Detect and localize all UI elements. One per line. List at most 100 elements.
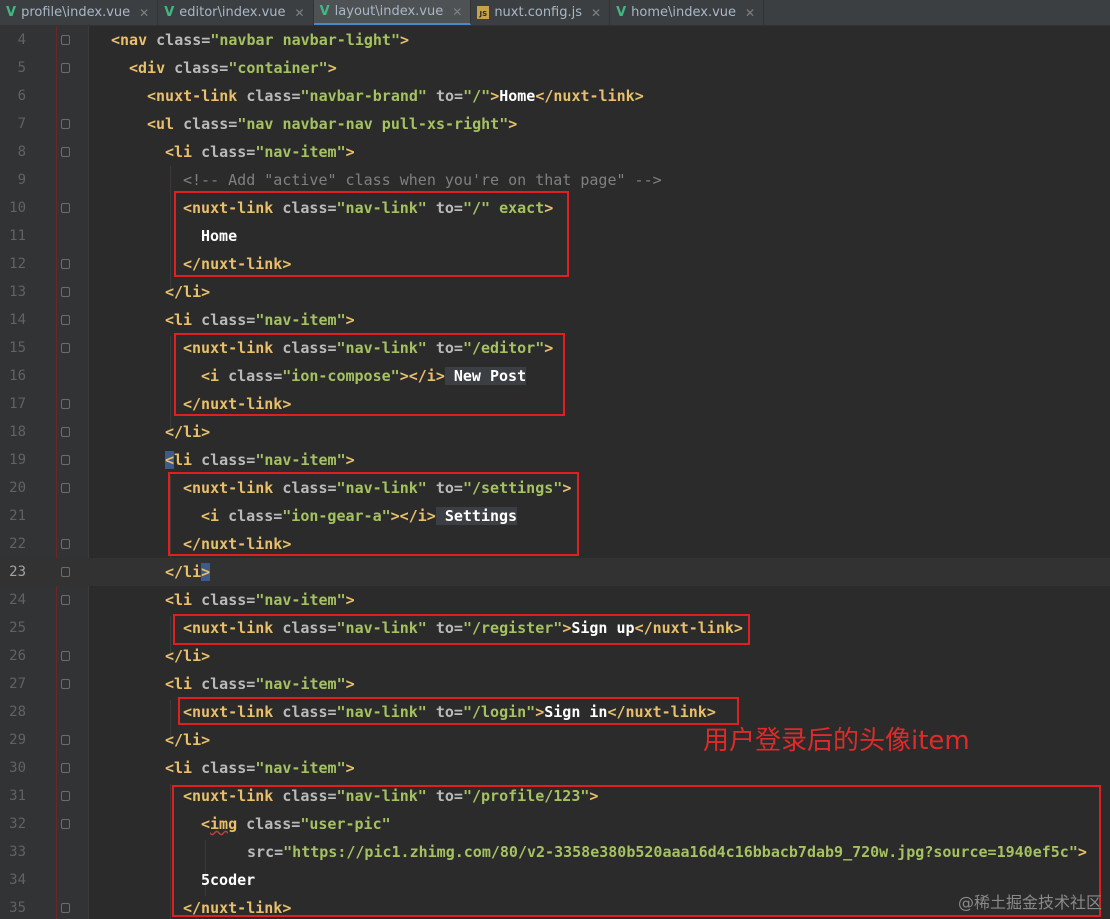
code-line[interactable]: 15 <nuxt-link class="nav-link" to="/edit… xyxy=(0,334,1110,362)
fold-marker-icon[interactable] xyxy=(61,791,70,801)
code-line[interactable]: 33 src="https://pic1.zhimg.com/80/v2-335… xyxy=(0,838,1110,866)
fold-marker-icon[interactable] xyxy=(61,567,70,577)
code-line[interactable]: 32 <img class="user-pic" xyxy=(0,810,1110,838)
fold-marker-icon[interactable] xyxy=(61,287,70,297)
code-line[interactable]: 31 <nuxt-link class="nav-link" to="/prof… xyxy=(0,782,1110,810)
line-number: 13 xyxy=(9,284,26,300)
code-text: </li> xyxy=(165,423,211,441)
code-line[interactable]: 12 </nuxt-link> xyxy=(0,250,1110,278)
code-line[interactable]: 10 <nuxt-link class="nav-link" to="/" ex… xyxy=(0,194,1110,222)
code-line[interactable]: 6 <nuxt-link class="navbar-brand" to="/"… xyxy=(0,82,1110,110)
code-line[interactable]: 7 <ul class="nav navbar-nav pull-xs-righ… xyxy=(0,110,1110,138)
code-text: <li class="nav-item"> xyxy=(165,675,355,693)
line-number: 20 xyxy=(9,480,26,496)
line-number: 7 xyxy=(17,116,26,132)
line-number: 8 xyxy=(17,144,26,160)
vue-file-icon: V xyxy=(616,5,627,20)
vue-file-icon: V xyxy=(319,4,330,19)
code-text: <li class="nav-item"> xyxy=(165,451,355,469)
tab-label: editor\index.vue xyxy=(179,5,286,20)
code-text: <li class="nav-item"> xyxy=(165,591,355,609)
annotation-label: 用户登录后的头像item xyxy=(703,726,970,756)
code-text: <nuxt-link class="navbar-brand" to="/">H… xyxy=(147,87,644,105)
fold-marker-icon[interactable] xyxy=(61,679,70,689)
vue-file-icon: V xyxy=(6,5,17,20)
fold-marker-icon[interactable] xyxy=(61,315,70,325)
code-text: 5coder xyxy=(201,871,256,889)
code-line[interactable]: 24 <li class="nav-item"> xyxy=(0,586,1110,614)
line-number: 16 xyxy=(9,368,26,384)
current-code-line[interactable]: 23 </li> xyxy=(0,558,1110,586)
fold-marker-icon[interactable] xyxy=(61,203,70,213)
line-number: 5 xyxy=(17,60,26,76)
fold-marker-icon[interactable] xyxy=(61,651,70,661)
code-line[interactable]: 20 <nuxt-link class="nav-link" to="/sett… xyxy=(0,474,1110,502)
line-number: 35 xyxy=(9,900,26,916)
line-number: 27 xyxy=(9,676,26,692)
code-line[interactable]: 11 Home xyxy=(0,222,1110,250)
tab-label: nuxt.config.js xyxy=(494,5,583,20)
code-text: <nuxt-link class="nav-link" to="/login">… xyxy=(183,703,716,721)
tab-label: layout\index.vue xyxy=(334,4,444,19)
code-line[interactable]: 22 </nuxt-link> xyxy=(0,530,1110,558)
fold-marker-icon[interactable] xyxy=(61,63,70,73)
close-icon[interactable]: ✕ xyxy=(295,6,305,20)
fold-marker-icon[interactable] xyxy=(61,483,70,493)
fold-marker-icon[interactable] xyxy=(61,119,70,129)
fold-marker-icon[interactable] xyxy=(61,35,70,45)
code-line[interactable]: 26 </li> xyxy=(0,642,1110,670)
close-icon[interactable]: ✕ xyxy=(139,6,149,20)
code-text: <div class="container"> xyxy=(129,59,337,77)
fold-marker-icon[interactable] xyxy=(61,427,70,437)
tab-nuxt-config-js[interactable]: JS nuxt.config.js ✕ xyxy=(471,0,611,25)
tab-editor-index-vue[interactable]: V editor\index.vue ✕ xyxy=(158,0,314,25)
fold-marker-icon[interactable] xyxy=(61,539,70,549)
line-number: 6 xyxy=(17,88,26,104)
tab-layout-index-vue[interactable]: V layout\index.vue ✕ xyxy=(313,0,472,25)
code-line[interactable]: 34 5coder xyxy=(0,866,1110,894)
line-number: 9 xyxy=(17,172,26,188)
code-line[interactable]: 16 <i class="ion-compose"></i> New Post xyxy=(0,362,1110,390)
code-line[interactable]: 18 </li> xyxy=(0,418,1110,446)
close-icon[interactable]: ✕ xyxy=(452,5,462,19)
code-text: <!-- Add "active" class when you're on t… xyxy=(183,171,662,189)
code-line[interactable]: 14 <li class="nav-item"> xyxy=(0,306,1110,334)
fold-marker-icon[interactable] xyxy=(61,259,70,269)
code-line[interactable]: 9 <!-- Add "active" class when you're on… xyxy=(0,166,1110,194)
line-number: 32 xyxy=(9,816,26,832)
code-line[interactable]: 8 <li class="nav-item"> xyxy=(0,138,1110,166)
fold-marker-icon[interactable] xyxy=(61,399,70,409)
code-line[interactable]: 4 <nav class="navbar navbar-light"> xyxy=(0,26,1110,54)
fold-marker-icon[interactable] xyxy=(61,763,70,773)
line-number: 28 xyxy=(9,704,26,720)
code-text: <nuxt-link class="nav-link" to="/profile… xyxy=(183,787,599,805)
fold-marker-icon[interactable] xyxy=(61,903,70,913)
code-text: <nuxt-link class="nav-link" to="/registe… xyxy=(183,619,743,637)
code-line[interactable]: 13 </li> xyxy=(0,278,1110,306)
code-line[interactable]: 27 <li class="nav-item"> xyxy=(0,670,1110,698)
code-line[interactable]: 21 <i class="ion-gear-a"></i> Settings xyxy=(0,502,1110,530)
code-line[interactable]: 17 </nuxt-link> xyxy=(0,390,1110,418)
fold-marker-icon[interactable] xyxy=(61,595,70,605)
close-icon[interactable]: ✕ xyxy=(745,6,755,20)
code-text: </li> xyxy=(165,563,211,581)
close-icon[interactable]: ✕ xyxy=(591,6,601,20)
tab-profile-index-vue[interactable]: V profile\index.vue ✕ xyxy=(0,0,159,25)
code-line[interactable]: 25 <nuxt-link class="nav-link" to="/regi… xyxy=(0,614,1110,642)
line-number: 26 xyxy=(9,648,26,664)
line-number: 15 xyxy=(9,340,26,356)
fold-marker-icon[interactable] xyxy=(61,343,70,353)
code-line[interactable]: 30 <li class="nav-item"> xyxy=(0,754,1110,782)
fold-marker-icon[interactable] xyxy=(61,455,70,465)
fold-marker-icon[interactable] xyxy=(61,147,70,157)
code-text: <li class="nav-item"> xyxy=(165,311,355,329)
fold-marker-icon[interactable] xyxy=(61,819,70,829)
fold-marker-icon[interactable] xyxy=(61,735,70,745)
code-line[interactable]: 5 <div class="container"> xyxy=(0,54,1110,82)
code-text: src="https://pic1.zhimg.com/80/v2-3358e3… xyxy=(238,843,1087,861)
line-number: 23 xyxy=(9,564,26,580)
code-line[interactable]: 19 <li class="nav-item"> xyxy=(0,446,1110,474)
code-line[interactable]: 35 </nuxt-link> xyxy=(0,894,1110,919)
code-editor[interactable]: 4 <nav class="navbar navbar-light"> 5 <d… xyxy=(0,26,1110,919)
tab-home-index-vue[interactable]: V home\index.vue ✕ xyxy=(610,0,765,25)
